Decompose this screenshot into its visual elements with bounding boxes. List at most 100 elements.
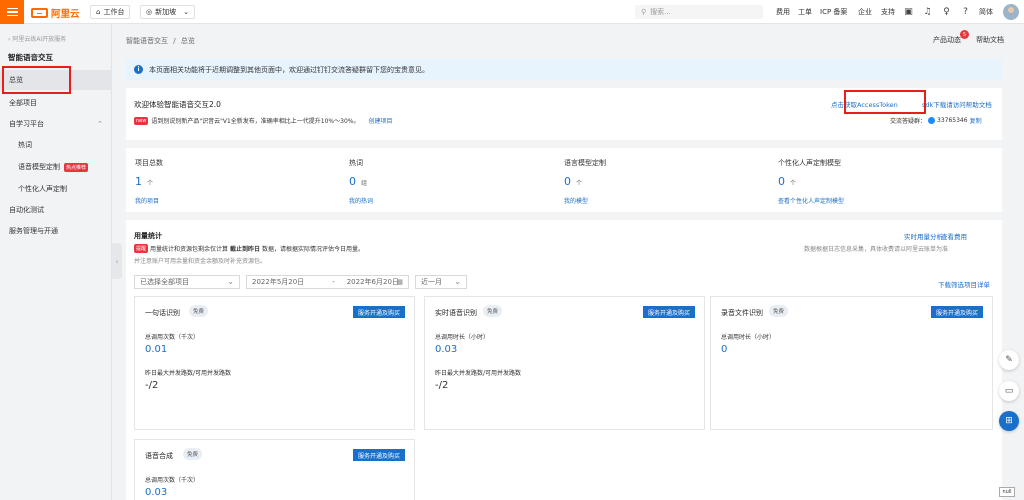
product-news-link[interactable]: 产品动态 bbox=[933, 35, 961, 45]
chevron-up-icon: ⌃ bbox=[97, 120, 103, 128]
usage-card: 用量统计 提醒 用量统计和资源包剩余仅计算 截止到昨日 数据，请根据实际情况评估今日… bbox=[126, 220, 1002, 500]
dingtalk-icon bbox=[928, 117, 936, 124]
usage-tip: 提醒 用量统计和资源包剩余仅计算 截止到昨日 数据，请根据实际情况评估今日用量。 bbox=[134, 244, 365, 253]
my-hotwords-link[interactable]: 我的热词 bbox=[349, 196, 373, 205]
range-select[interactable]: 近一月 ⌄ bbox=[415, 275, 467, 289]
tip-badge: 提醒 bbox=[134, 244, 149, 253]
concurrency-value: -/2 bbox=[145, 380, 159, 391]
news-count-badge: 5 bbox=[960, 30, 969, 39]
service-card-file: 录音文件识别 免费 服务开通及购买 总调用时长（小时） 0 bbox=[710, 296, 993, 430]
aliyun-logo[interactable]: 阿里云 bbox=[31, 6, 80, 20]
create-project-link[interactable]: 创建项目 bbox=[368, 116, 392, 125]
new-product-news: new 语到别说别新产品"识音云"V1全新发布，准确率相比上一代提升10%～30… bbox=[134, 116, 393, 125]
usage-right-note: 数据根据日志信息采集，具体收费请以阿里云账单为准 bbox=[804, 246, 949, 253]
calendar-icon: ▦ bbox=[396, 278, 403, 286]
my-projects-link[interactable]: 我的项目 bbox=[135, 196, 159, 205]
nav-enterprise[interactable]: 企业 bbox=[858, 7, 872, 17]
voice-models-link[interactable]: 查看个性化人声定制模型 bbox=[778, 196, 844, 205]
search-icon: ⚲ bbox=[641, 8, 647, 16]
sidebar-item-self-learning[interactable]: 自学习平台 ⌃ bbox=[0, 114, 112, 134]
usage-value: 0.03 bbox=[435, 344, 458, 355]
buy-service-button[interactable]: 服务开通及购买 bbox=[643, 306, 696, 318]
sidebar: ‹ 阿里云练AI开放服务 智能语音交互 总览 全部项目 自学习平台 ⌃ 热词 语… bbox=[0, 24, 112, 500]
sidebar-item-model-custom[interactable]: 语音模型定制 热点推荐 bbox=[0, 157, 112, 177]
date-range-picker[interactable]: 2022年5月20日 - 2022年6月20日 ▦ bbox=[246, 275, 409, 289]
stat-label: 语言模型定制 bbox=[564, 159, 606, 167]
free-badge: 免费 bbox=[769, 305, 789, 317]
usage-value: 0.01 bbox=[145, 344, 168, 355]
notice-banner: i 本页面相关功能将于近期调整到其他页面中，欢迎通过钉钉交流答疑群留下您的宝贵意… bbox=[126, 59, 1002, 80]
stats-card: 项目总数 1个 我的项目 热词 0组 我的热词 语言模型定制 0个 我的模型 个… bbox=[126, 148, 1002, 212]
help-docs-link[interactable]: 帮助文档 bbox=[976, 35, 1004, 45]
highlight-box-overview bbox=[2, 66, 71, 94]
sidebar-item-hotwords[interactable]: 热词 bbox=[0, 135, 112, 155]
free-badge: 免费 bbox=[183, 448, 203, 460]
stat-label: 项目总数 bbox=[135, 159, 163, 167]
info-icon: i bbox=[134, 65, 143, 74]
nav-icp[interactable]: ICP 备案 bbox=[820, 7, 847, 17]
buy-service-button[interactable]: 服务开通及购买 bbox=[353, 306, 406, 318]
sidebar-title: 智能语音交互 bbox=[8, 53, 53, 62]
bell-icon[interactable]: ♫ bbox=[922, 6, 933, 17]
workbench-button[interactable]: ⌂ 工作台 bbox=[90, 5, 131, 19]
breadcrumb: 智能语音交互 / 总览 bbox=[126, 37, 195, 45]
terminal-icon[interactable]: ▣ bbox=[903, 6, 914, 17]
usage-tip-line2: 并注意账户可用余量和资金余额及时补充资源包。 bbox=[134, 258, 267, 265]
nav-fees[interactable]: 费用 bbox=[776, 7, 790, 17]
download-detail-link[interactable]: 下载筛选项目详单 bbox=[938, 279, 990, 289]
region-select[interactable]: ◎ 新加坡 ⌄ bbox=[140, 5, 195, 19]
location-icon: ◎ bbox=[146, 8, 153, 16]
logo-mark-icon bbox=[31, 8, 48, 18]
my-models-link[interactable]: 我的模型 bbox=[564, 196, 588, 205]
sidebar-item-auto-test[interactable]: 自动化测试 bbox=[0, 200, 112, 220]
stat-value: 1个 bbox=[135, 175, 154, 188]
top-bar: 阿里云 ⌂ 工作台 ◎ 新加坡 ⌄ ⚲ 搜索... 费用 工单 ICP 备案 企… bbox=[0, 0, 1024, 24]
usage-title: 用量统计 bbox=[134, 232, 162, 240]
avatar[interactable] bbox=[1003, 4, 1019, 20]
copy-link[interactable]: 复制 bbox=[970, 116, 982, 125]
service-card-realtime: 实时语音识别 免费 服务开通及购买 总调用时长（小时） 0.03 昨日最大并发路… bbox=[424, 296, 705, 430]
concurrency-value: -/2 bbox=[435, 380, 449, 391]
nav-tickets[interactable]: 工单 bbox=[798, 7, 812, 17]
stat-label: 热词 bbox=[349, 159, 363, 167]
lightbulb-icon[interactable]: ♀ bbox=[941, 6, 952, 17]
buy-service-button[interactable]: 服务开通及购买 bbox=[353, 449, 406, 461]
group-info: 交流答疑群： 33765346 复制 bbox=[890, 116, 982, 125]
null-tag: null bbox=[999, 487, 1015, 497]
service-card-tts: 语音合成 免费 服务开通及购买 总调用次数（千次） 0.03 bbox=[134, 439, 415, 500]
home-icon: ⌂ bbox=[96, 8, 101, 16]
sidebar-collapse-handle[interactable]: ‹ bbox=[112, 243, 122, 279]
sidebar-item-voice-custom[interactable]: 个性化人声定制 bbox=[0, 179, 112, 199]
sidebar-back-link[interactable]: ‹ 阿里云练AI开放服务 bbox=[8, 34, 66, 43]
stat-value: 0个 bbox=[778, 175, 797, 188]
chevron-left-icon: ‹ bbox=[115, 256, 119, 266]
language-switch[interactable]: 简体 bbox=[979, 7, 993, 17]
view-bill-link[interactable]: 查看费用 bbox=[941, 231, 967, 241]
stat-value: 0个 bbox=[564, 175, 583, 188]
project-select[interactable]: 已选择全部项目 ⌄ bbox=[134, 275, 240, 289]
apps-icon[interactable]: ⊞ bbox=[999, 411, 1019, 431]
chevron-down-icon: ⌄ bbox=[454, 277, 461, 286]
sdk-download-link[interactable]: sdk下载请访问帮助文档 bbox=[922, 99, 992, 109]
message-icon[interactable]: ▭ bbox=[999, 381, 1019, 401]
welcome-title: 欢迎体验智能语音交互2.0 bbox=[134, 100, 221, 109]
search-input[interactable]: ⚲ 搜索... bbox=[635, 5, 763, 19]
edit-icon[interactable]: ✎ bbox=[999, 350, 1019, 370]
free-badge: 免费 bbox=[483, 305, 503, 317]
sidebar-item-service-mgmt[interactable]: 服务管理与开通 bbox=[0, 221, 112, 241]
nav-support[interactable]: 支持 bbox=[881, 7, 895, 17]
breadcrumb-current: 总览 bbox=[180, 37, 195, 45]
usage-value: 0.03 bbox=[145, 487, 168, 498]
chevron-down-icon: ⌄ bbox=[227, 277, 234, 286]
sidebar-item-all-projects[interactable]: 全部项目 bbox=[0, 93, 112, 113]
help-icon[interactable]: ? bbox=[960, 6, 971, 17]
free-badge: 免费 bbox=[189, 305, 209, 317]
new-badge: new bbox=[134, 116, 149, 125]
breadcrumb-parent[interactable]: 智能语音交互 bbox=[126, 37, 168, 45]
realtime-usage-link[interactable]: 实时用量分析 bbox=[904, 231, 943, 241]
menu-icon[interactable] bbox=[0, 0, 24, 24]
buy-service-button[interactable]: 服务开通及购买 bbox=[931, 306, 984, 318]
highlight-box-token bbox=[844, 90, 926, 114]
stat-value: 0组 bbox=[349, 175, 368, 188]
chevron-down-icon: ⌄ bbox=[183, 8, 189, 16]
